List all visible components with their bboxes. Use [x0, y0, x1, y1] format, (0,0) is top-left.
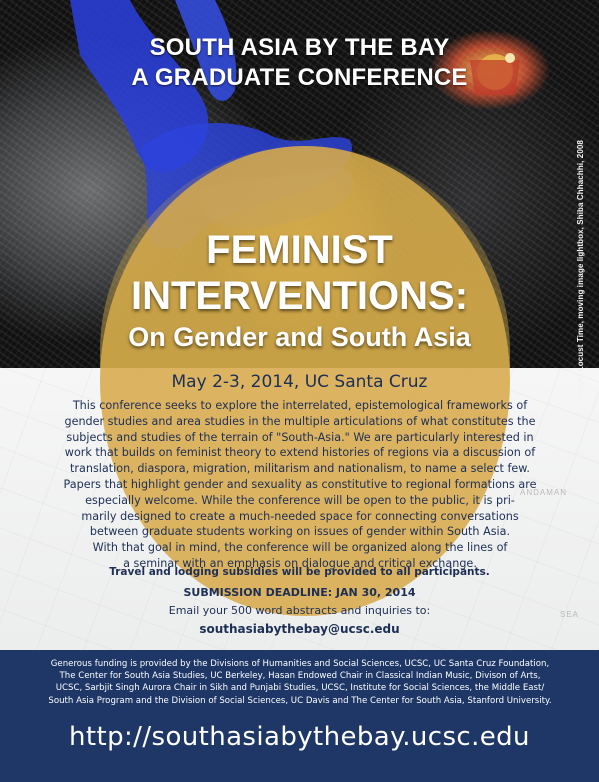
funding-line: Generous funding is provided by the Divi… — [50, 659, 550, 669]
main-subtitle: On Gender and South Asia — [128, 322, 471, 352]
funding-line: The Center for South Asia Studies, UC Be… — [59, 671, 541, 682]
conference-poster: ANDAMAN SEA Image: Locust Time, moving i… — [0, 0, 599, 782]
description-line: translation, diaspora, migration, milita… — [70, 462, 530, 476]
conference-type-title: A GRADUATE CONFERENCE — [131, 64, 468, 91]
description-line: With that goal in mind, the conference w… — [92, 541, 508, 555]
description-line: gender studies and area studies in the m… — [64, 414, 536, 428]
funding-credits: Generous funding is provided by the Divi… — [20, 658, 580, 707]
description-line: between graduate students working on iss… — [89, 525, 511, 539]
conference-series-title: SOUTH ASIA BY THE BAY — [149, 34, 450, 61]
description-line: work that builds on feminist theory to e… — [64, 446, 536, 460]
website-url-link[interactable]: http://southasiabythebay.ucsc.edu — [0, 722, 599, 752]
funding-line: South Asia Program and the Division of S… — [48, 695, 552, 706]
main-title-line2: INTERVENTIONS: — [130, 274, 469, 318]
contact-email-link[interactable]: southasiabythebay@ucsc.edu — [0, 622, 599, 636]
funding-line: UCSC, Sarbjit Singh Aurora Chair in Sikh… — [55, 683, 545, 694]
description-line: subjects and studies of the terrain of "… — [66, 430, 534, 444]
contact-prompt: Email your 500 word abstracts and inquir… — [168, 604, 431, 617]
submission-deadline: SUBMISSION DEADLINE: JAN 30, 2014 — [183, 586, 416, 599]
event-dates: May 2-3, 2014, UC Santa Cruz — [171, 372, 428, 392]
description-line: This conference seeks to explore the int… — [72, 399, 528, 412]
description-line: Papers that highlight gender and sexuali… — [63, 477, 537, 491]
subsidy-notice: Travel and lodging subsidies will be pro… — [109, 566, 490, 578]
main-title-line1: FEMINIST — [206, 228, 393, 272]
description-line: especially welcome. While the conference… — [85, 493, 515, 507]
description: This conference seeks to explore the int… — [30, 398, 570, 572]
footer-banner: Generous funding is provided by the Divi… — [0, 650, 599, 782]
description-line: marily designed to create a much-needed … — [81, 509, 519, 523]
